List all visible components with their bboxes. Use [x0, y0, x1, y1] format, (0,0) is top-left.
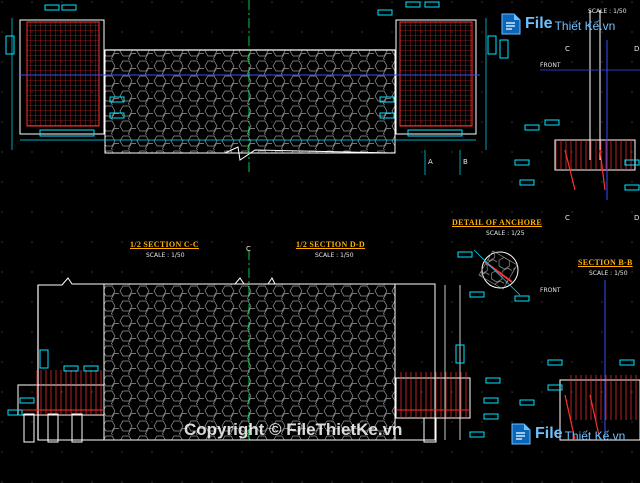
anchore-title: DETAIL OF ANCHORE [452, 218, 543, 227]
axis-mark-d-top: D [634, 45, 640, 53]
section-cc-title: 1/2 SECTION C-C [130, 240, 199, 249]
file-thietke-logo: File Thiết Kế.vn [500, 12, 615, 36]
section-bb-scale: SCALE : 1/50 [589, 270, 628, 277]
copyright-watermark: Copyright © FileThietKe.vn [184, 420, 403, 439]
logo-word2-bottom: Thiết Kế.vn [564, 428, 626, 443]
logo-word2: Thiết Kế.vn [554, 18, 616, 33]
axis-mark-d-mid: D [634, 214, 640, 222]
right-pilecap-rebar [399, 21, 473, 127]
section-dd-scale: SCALE : 1/50 [315, 252, 354, 259]
section-bb-title: SECTION B-B [578, 258, 633, 267]
front-label-top: FRONT [540, 62, 561, 69]
file-thietke-logo-icon [501, 13, 521, 35]
axis-mark-c-top: C [565, 45, 570, 53]
file-thietke-logo-icon [511, 423, 531, 445]
logo-word-bottom: File [535, 425, 563, 442]
section-dd-title: 1/2 SECTION D-D [296, 240, 365, 249]
left-pilecap-rebar [26, 21, 100, 127]
file-thietke-logo-bottom: File Thiết Kế.vn [510, 422, 625, 446]
anchore-scale: SCALE : 1/25 [486, 230, 525, 237]
bottom-slab-hatch [103, 283, 396, 441]
front-label-bottom: FRONT [540, 287, 561, 294]
axis-mark-c-center: C [246, 245, 251, 253]
axis-mark-b: B [463, 158, 468, 166]
top-slab-hatch [104, 49, 396, 154]
axis-mark-c-mid: C [565, 214, 570, 222]
section-cc-scale: SCALE : 1/50 [146, 252, 185, 259]
logo-word: File [525, 15, 553, 32]
axis-mark-a: A [428, 158, 433, 166]
